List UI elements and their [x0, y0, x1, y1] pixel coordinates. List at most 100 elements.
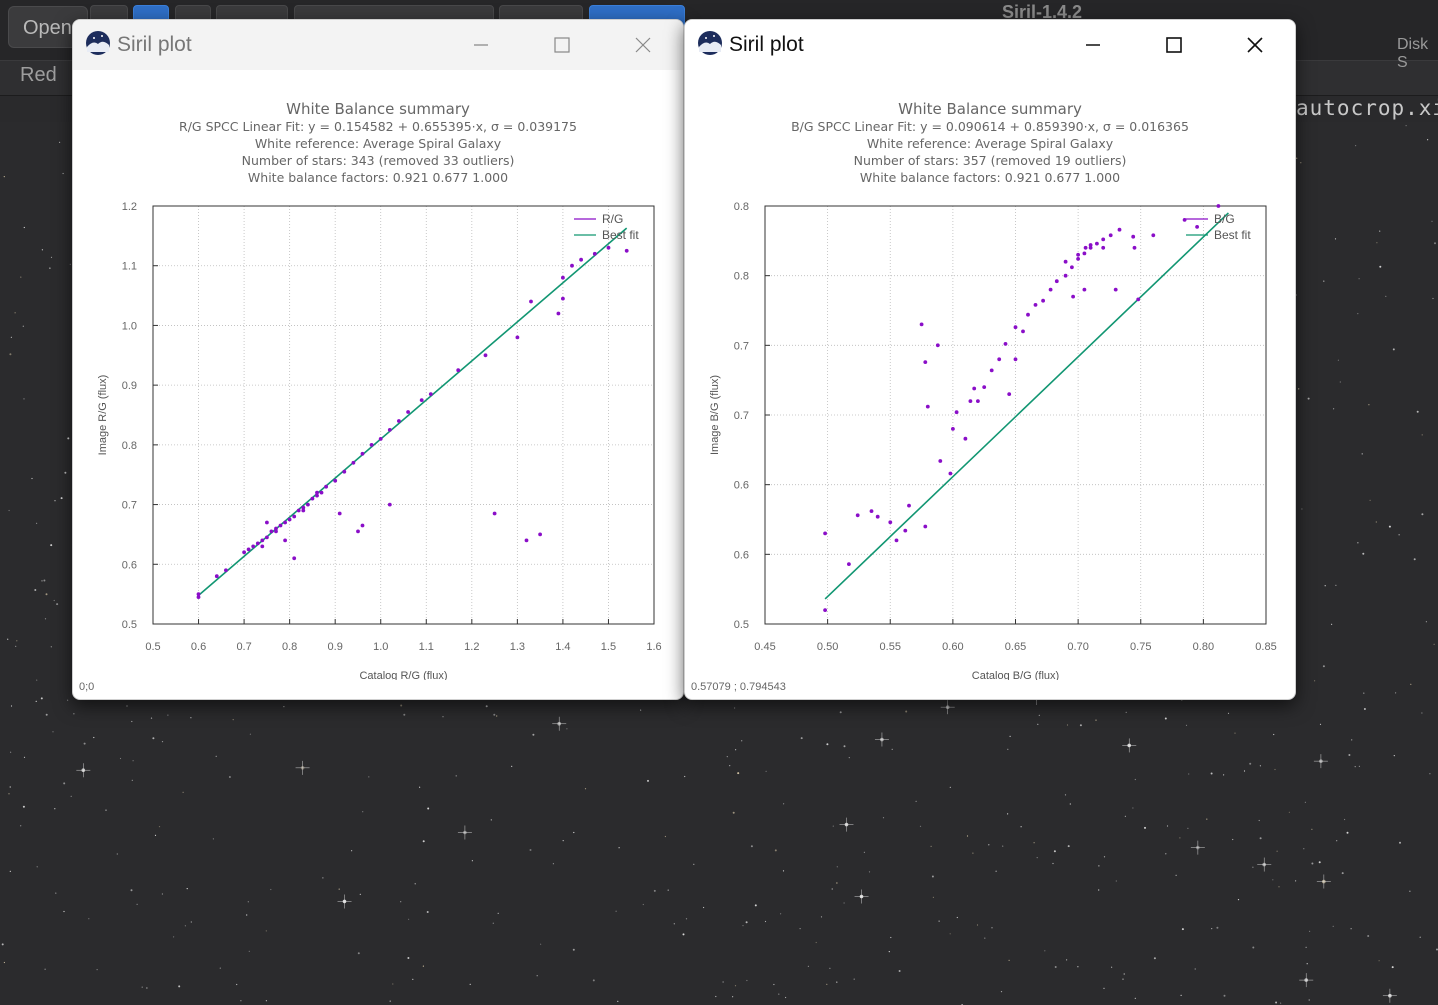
- data-point: [1070, 265, 1074, 270]
- title-bar[interactable]: Siril plot: [73, 20, 683, 70]
- data-point: [1132, 245, 1137, 250]
- star: [1188, 773, 1190, 775]
- star: [1125, 711, 1127, 714]
- star: [23, 756, 26, 759]
- data-point: [214, 574, 219, 579]
- star: [40, 697, 43, 700]
- star: [829, 967, 831, 969]
- star: [20, 276, 22, 278]
- star: [96, 969, 98, 971]
- star: [891, 748, 893, 751]
- data-point: [1048, 287, 1053, 292]
- maximize-icon[interactable]: [547, 30, 577, 60]
- star: [799, 928, 801, 930]
- star: [246, 914, 248, 916]
- star: [1275, 1001, 1278, 1004]
- title-bar[interactable]: Siril plot: [685, 20, 1295, 70]
- star: [49, 267, 51, 269]
- data-point: [963, 436, 968, 441]
- star: [1053, 850, 1056, 853]
- star: [807, 965, 810, 967]
- star: [426, 911, 429, 913]
- star: [1295, 294, 1298, 296]
- star: [69, 263, 71, 265]
- star: [552, 863, 555, 865]
- star: [392, 983, 394, 985]
- y-tick-label: 0.8: [734, 201, 749, 213]
- data-point: [888, 520, 893, 525]
- star: [265, 930, 267, 932]
- star: [190, 717, 192, 719]
- minimize-icon[interactable]: [1078, 30, 1108, 60]
- star: [1067, 845, 1070, 848]
- star: [130, 889, 133, 892]
- x-tick-label: 1.6: [646, 641, 661, 653]
- star: [59, 141, 61, 143]
- star: [764, 920, 767, 923]
- y-tick-label: 0.6: [734, 549, 749, 561]
- star: [1095, 719, 1097, 721]
- data-point: [1131, 234, 1136, 239]
- star: [1234, 732, 1236, 734]
- star: [67, 437, 70, 440]
- star: [1309, 930, 1311, 933]
- star: [1322, 665, 1325, 668]
- star: [729, 765, 731, 767]
- star: [1274, 768, 1276, 771]
- data-point: [592, 251, 597, 256]
- y-tick-label: 1.1: [122, 261, 137, 273]
- legend-label-series: R/G: [602, 212, 623, 226]
- star: [36, 679, 38, 681]
- star: [1303, 848, 1305, 850]
- star: [132, 760, 134, 762]
- data-point: [1041, 298, 1045, 303]
- star: [703, 906, 705, 909]
- y-axis-label: Image B/G (flux): [709, 375, 721, 455]
- star: [820, 916, 823, 918]
- star: [9, 353, 12, 356]
- star: [36, 866, 38, 868]
- star: [995, 870, 997, 872]
- star: [407, 957, 410, 959]
- y-tick-label: 0.5: [122, 619, 137, 631]
- close-icon[interactable]: [628, 30, 658, 60]
- star: [414, 883, 416, 885]
- minimize-icon[interactable]: [466, 30, 496, 60]
- data-point: [1182, 218, 1187, 222]
- scatter-plot-bg[interactable]: White Balance summaryB/G SPCC Linear Fit…: [685, 70, 1295, 680]
- maximize-icon[interactable]: [1159, 30, 1189, 60]
- star: [734, 707, 736, 709]
- star: [742, 925, 744, 927]
- star: [22, 805, 25, 808]
- star: [368, 776, 370, 778]
- star: [1332, 925, 1334, 928]
- data-point: [333, 478, 338, 483]
- star: [35, 700, 37, 703]
- star: [3, 961, 5, 964]
- data-point: [1076, 257, 1080, 261]
- data-point: [1117, 227, 1122, 232]
- star: [54, 500, 56, 502]
- star: [782, 870, 785, 872]
- star: [22, 325, 24, 327]
- star: [141, 986, 143, 988]
- data-point: [923, 360, 928, 364]
- data-point: [894, 538, 899, 543]
- close-icon[interactable]: [1240, 30, 1270, 60]
- star: [1064, 794, 1067, 796]
- scatter-plot-rg[interactable]: White Balance summaryR/G SPCC Linear Fit…: [73, 70, 683, 680]
- star: [63, 910, 65, 913]
- x-tick-label: 1.0: [373, 641, 388, 653]
- star: [338, 888, 340, 890]
- star: [1339, 381, 1341, 383]
- star: [1052, 862, 1054, 865]
- star: [62, 172, 64, 175]
- x-tick-label: 0.50: [817, 641, 838, 653]
- x-tick-label: 0.7: [236, 641, 251, 653]
- star: [1216, 926, 1219, 929]
- star: [10, 751, 12, 753]
- data-point: [387, 502, 392, 507]
- star: [826, 743, 829, 746]
- chart-subtitle-line: B/G SPCC Linear Fit: y = 0.090614 + 0.85…: [791, 119, 1189, 134]
- data-point: [251, 544, 256, 549]
